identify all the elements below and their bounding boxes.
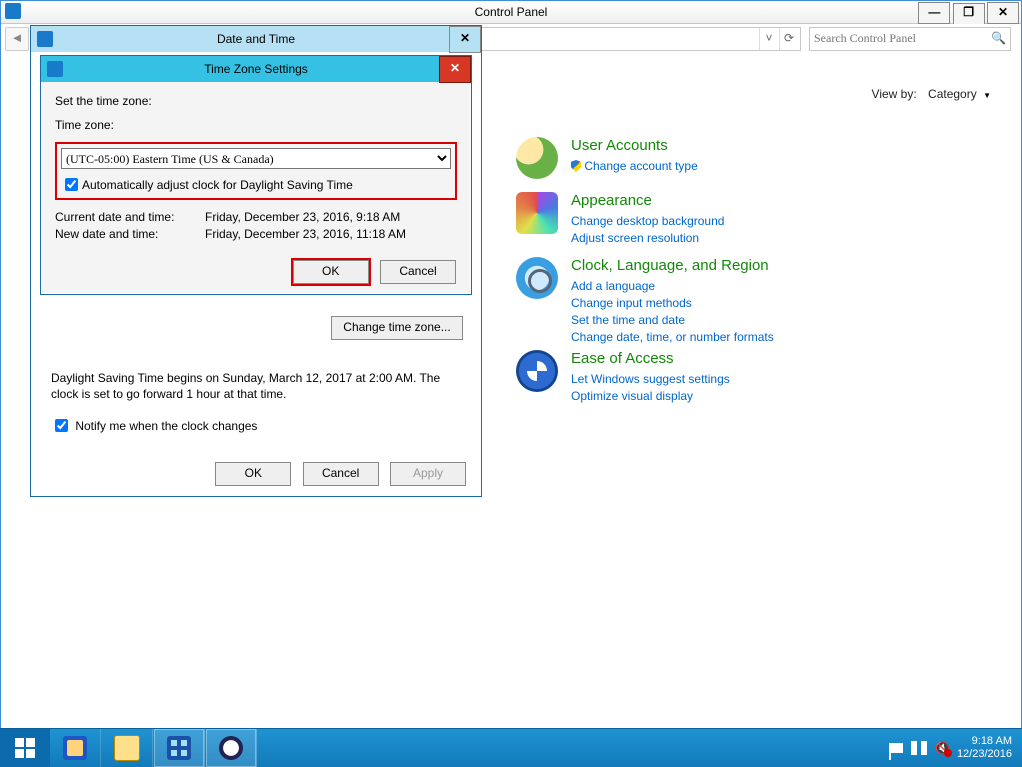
control-panel-titlebar: Control Panel — ❐ ✕ [1,1,1021,24]
search-box[interactable]: 🔍 [809,27,1011,51]
auto-dst-row[interactable]: Automatically adjust clock for Daylight … [61,175,451,194]
category-heading[interactable]: Clock, Language, and Region [571,257,774,274]
notify-checkbox[interactable] [55,419,68,432]
category-heading[interactable]: Ease of Access [571,350,730,367]
taskbar-server-manager[interactable] [50,729,101,767]
minimize-button[interactable]: — [918,2,950,24]
category-heading[interactable]: Appearance [571,192,724,209]
auto-dst-label: Automatically adjust clock for Daylight … [82,178,353,192]
system-menu-icon[interactable] [5,3,21,19]
shield-icon [571,160,581,172]
taskbar-date-time[interactable] [206,729,257,767]
tray-date: 12/23/2016 [957,748,1012,761]
time-zone-settings-dialog: Time Zone Settings ✕ Set the time zone: … [40,55,472,295]
dialog-title: Date and Time [217,32,295,46]
start-button[interactable] [0,729,50,767]
dialog-sys-icon[interactable] [37,31,53,47]
volume-icon[interactable] [935,741,949,755]
current-value: Friday, December 23, 2016, 9:18 AM [205,210,400,224]
apply-button[interactable]: Apply [390,462,466,486]
notify-checkbox-row[interactable]: Notify me when the clock changes [51,419,257,433]
ok-button[interactable]: OK [293,260,369,284]
view-by-label: View by: [872,87,917,101]
category-clock-language-region: Clock, Language, and Region Add a langua… [516,257,774,346]
category-heading[interactable]: User Accounts [571,137,698,154]
dst-note: Daylight Saving Time begins on Sunday, M… [51,370,461,402]
file-explorer-icon [114,735,140,761]
tray-time: 9:18 AM [957,735,1012,748]
new-value: Friday, December 23, 2016, 11:18 AM [205,227,406,241]
clock-language-region-icon [516,257,558,299]
ok-button[interactable]: OK [215,462,291,486]
current-label: Current date and time: [55,210,205,224]
network-icon[interactable] [911,741,927,755]
highlighted-timezone-area: (UTC-05:00) Eastern Time (US & Canada) A… [55,142,457,200]
search-input[interactable] [810,28,988,48]
cancel-button[interactable]: Cancel [303,462,379,486]
notify-label: Notify me when the clock changes [75,419,257,433]
new-label: New date and time: [55,227,205,241]
link-change-input[interactable]: Change input methods [571,295,774,312]
refresh-button[interactable]: ⟳ [779,28,798,50]
system-tray: 9:18 AM 12/23/2016 [889,729,1016,767]
link-set-time-date[interactable]: Set the time and date [571,312,774,329]
windows-icon [15,738,35,758]
user-accounts-icon [516,137,558,179]
appearance-icon [516,192,558,234]
dialog-title: Time Zone Settings [204,62,308,76]
taskbar: 9:18 AM 12/23/2016 [0,728,1022,767]
category-appearance: Appearance Change desktop background Adj… [516,192,724,247]
link-screen-resolution[interactable]: Adjust screen resolution [571,230,724,247]
link-add-language[interactable]: Add a language [571,278,774,295]
maximize-button[interactable]: ❐ [953,3,985,25]
time-zone-label: Time zone: [55,118,457,132]
category-user-accounts: User Accounts Change account type [516,137,698,175]
nav-back-button[interactable]: ◄ [5,27,29,51]
action-center-icon[interactable] [889,743,903,753]
server-manager-icon [63,736,87,760]
link-change-formats[interactable]: Change date, time, or number formats [571,329,774,346]
chevron-down-icon: ▼ [983,91,991,100]
close-button[interactable]: ✕ [439,56,471,83]
change-time-zone-button[interactable]: Change time zone... [331,316,463,340]
link-suggest-settings[interactable]: Let Windows suggest settings [571,371,730,388]
set-time-zone-label: Set the time zone: [55,94,457,108]
ease-of-access-icon [516,350,558,392]
search-icon[interactable]: 🔍 [991,31,1006,45]
address-dropdown-icon[interactable]: ˅ [759,28,778,50]
taskbar-control-panel[interactable] [154,729,205,767]
link-optimize-display[interactable]: Optimize visual display [571,388,730,405]
view-by-value: Category [928,87,977,101]
window-title: Control Panel [475,5,548,19]
view-by-selector[interactable]: View by: Category ▼ [872,87,991,101]
date-time-titlebar: Date and Time ✕ [31,26,481,52]
link-change-account-type[interactable]: Change account type [571,158,698,175]
tz-titlebar: Time Zone Settings ✕ [41,56,471,82]
close-button[interactable]: ✕ [449,26,481,53]
auto-dst-checkbox[interactable] [65,178,78,191]
control-panel-icon [167,736,191,760]
category-ease-of-access: Ease of Access Let Windows suggest setti… [516,350,730,405]
clock-icon [219,736,243,760]
time-zone-select[interactable]: (UTC-05:00) Eastern Time (US & Canada) [61,148,451,169]
tray-clock[interactable]: 9:18 AM 12/23/2016 [957,735,1016,761]
cancel-button[interactable]: Cancel [380,260,456,284]
link-desktop-background[interactable]: Change desktop background [571,213,724,230]
close-button[interactable]: ✕ [987,2,1019,24]
dialog-sys-icon[interactable] [47,61,63,77]
taskbar-file-explorer[interactable] [102,729,153,767]
